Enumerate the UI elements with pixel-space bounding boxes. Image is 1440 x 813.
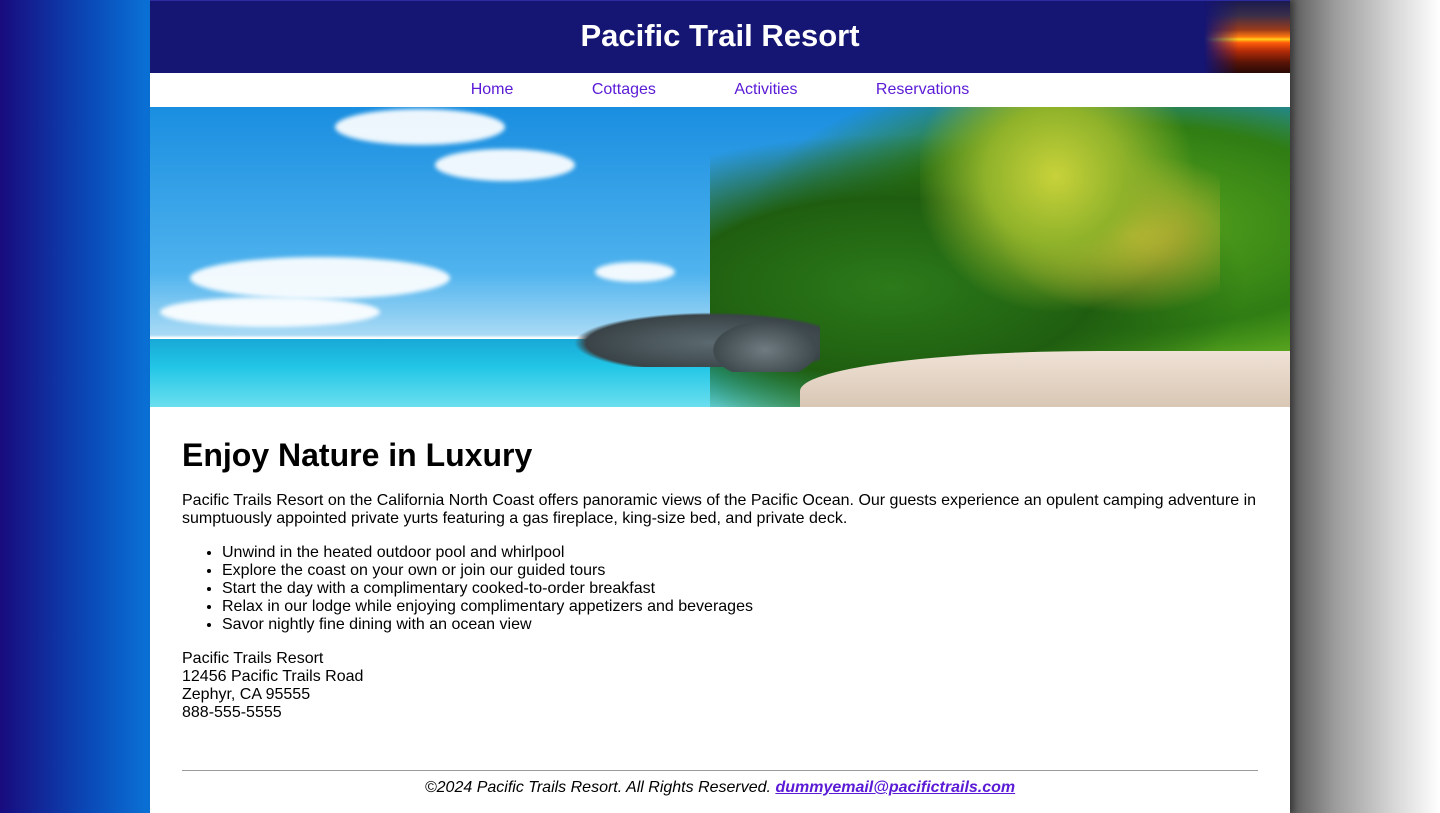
address-name: Pacific Trails Resort: [182, 650, 324, 667]
page-wrapper: Pacific Trail Resort Home Cottages Activ…: [150, 0, 1290, 813]
list-item: Relax in our lodge while enjoying compli…: [222, 598, 1258, 616]
address-city: Zephyr, CA 95555: [182, 686, 311, 703]
main-content: Enjoy Nature in Luxury Pacific Trails Re…: [150, 437, 1290, 722]
footer-email-link[interactable]: dummyemail@pacifictrails.com: [775, 779, 1015, 796]
intro-paragraph: Pacific Trails Resort on the California …: [182, 492, 1257, 527]
site-footer: ©2024 Pacific Trails Resort. All Rights …: [182, 770, 1258, 797]
list-item: Unwind in the heated outdoor pool and wh…: [222, 544, 1258, 562]
page-heading: Enjoy Nature in Luxury: [182, 437, 533, 473]
right-background: [1290, 0, 1440, 813]
list-item: Start the day with a complimentary cooke…: [222, 580, 1258, 598]
address-street: 12456 Pacific Trails Road: [182, 668, 364, 685]
list-item: Explore the coast on your own or join ou…: [222, 562, 1258, 580]
contact-address: Pacific Trails Resort 12456 Pacific Trai…: [182, 650, 1258, 722]
copyright-text: ©2024 Pacific Trails Resort. All Rights …: [424, 779, 776, 796]
hero-beach-image: [150, 107, 1290, 407]
site-header: Pacific Trail Resort: [150, 0, 1290, 73]
nav-reservations-link[interactable]: Reservations: [876, 73, 969, 107]
nav-cottages-link[interactable]: Cottages: [592, 73, 656, 107]
list-item: Savor nightly fine dining with an ocean …: [222, 616, 1258, 634]
sunset-image: [1204, 1, 1290, 73]
nav-home-link[interactable]: Home: [471, 73, 514, 107]
address-phone: 888-555-5555: [182, 704, 282, 721]
nav-activities-link[interactable]: Activities: [734, 73, 797, 107]
left-background: [0, 0, 150, 813]
features-list: Unwind in the heated outdoor pool and wh…: [182, 544, 1258, 634]
main-nav: Home Cottages Activities Reservations: [150, 73, 1290, 107]
site-title: Pacific Trail Resort: [580, 18, 860, 53]
